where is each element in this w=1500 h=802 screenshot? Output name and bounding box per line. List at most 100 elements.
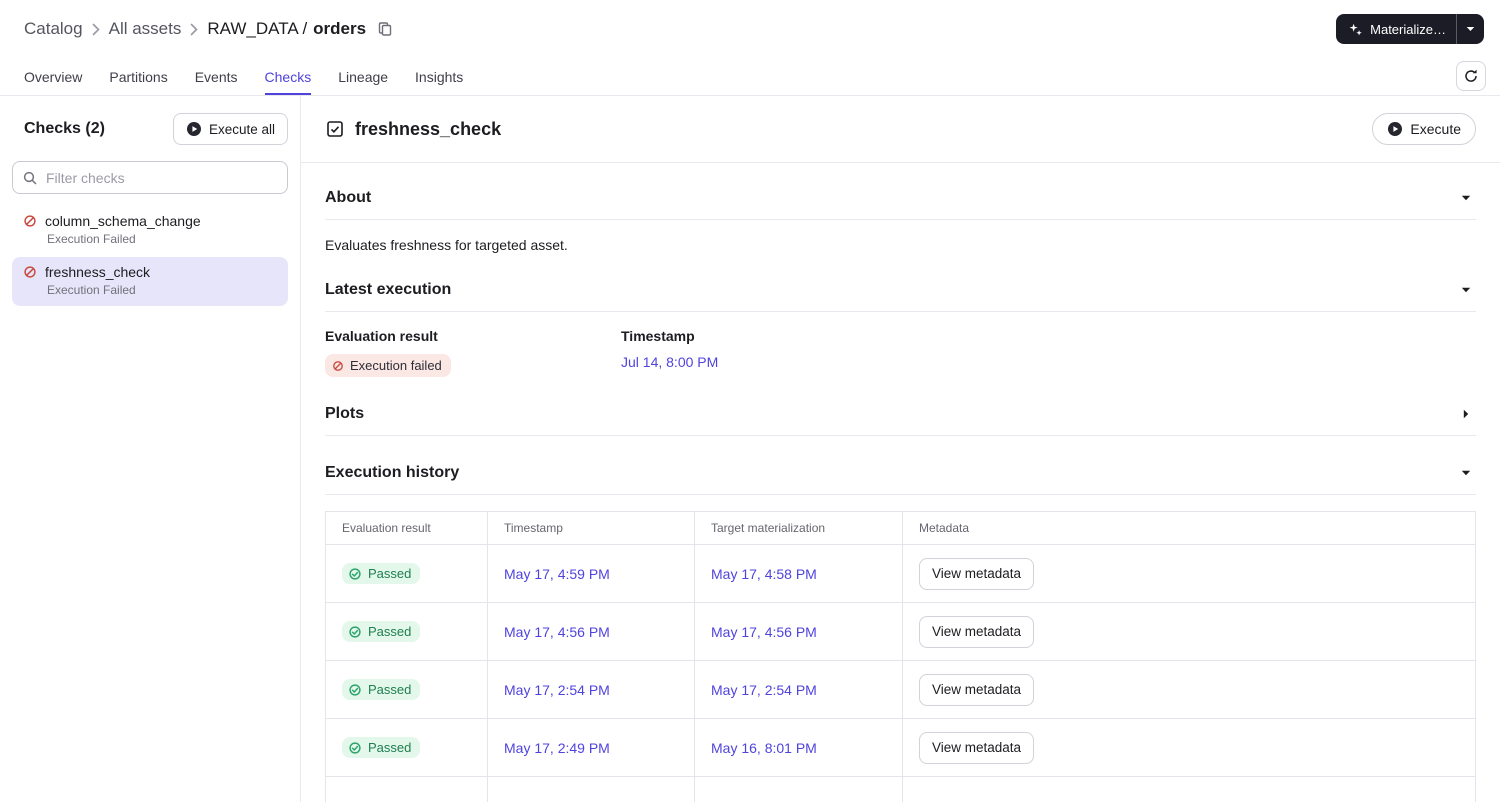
- table-row-partial: [325, 776, 1476, 802]
- chevron-right-icon: [92, 23, 100, 36]
- plots-section-header: Plots: [325, 377, 1476, 435]
- target-materialization-link[interactable]: May 16, 8:01 PM: [711, 740, 817, 756]
- execute-button[interactable]: Execute: [1372, 113, 1476, 145]
- view-metadata-button[interactable]: View metadata: [919, 615, 1035, 648]
- passed-badge: Passed: [342, 563, 421, 584]
- tab-events[interactable]: Events: [195, 58, 238, 95]
- execution-failed-badge: Execution failed: [325, 354, 451, 377]
- sidebar-header: Checks (2) Execute all: [0, 96, 300, 155]
- table-row: Passed May 17, 2:54 PM May 17, 2:54 PM V…: [325, 660, 1476, 719]
- filter-checks-field: [12, 161, 288, 194]
- target-materialization-link[interactable]: May 17, 2:54 PM: [711, 682, 817, 698]
- execution-failed-badge-label: Execution failed: [350, 358, 442, 373]
- execute-all-button[interactable]: Execute all: [172, 113, 288, 145]
- passed-check-icon: [348, 741, 362, 755]
- materialize-split-button: Materialize…: [1336, 14, 1484, 44]
- tab-lineage[interactable]: Lineage: [338, 58, 388, 95]
- column-header-target-materialization: Target materialization: [694, 511, 903, 545]
- breadcrumb-asset-group[interactable]: RAW_DATA /: [207, 19, 307, 39]
- about-section-header: About: [325, 163, 1476, 219]
- execution-failed-icon: [23, 214, 37, 228]
- target-materialization-link[interactable]: May 17, 4:56 PM: [711, 624, 817, 640]
- execution-timestamp-link[interactable]: May 17, 2:49 PM: [504, 740, 610, 756]
- execute-all-label: Execute all: [208, 121, 275, 137]
- check-name: freshness_check: [45, 264, 151, 280]
- materialize-label: Materialize…: [1370, 21, 1446, 37]
- tab-insights[interactable]: Insights: [415, 58, 463, 95]
- filter-checks-input[interactable]: [12, 161, 288, 194]
- search-icon: [22, 170, 38, 186]
- check-detail-body: About Evaluates freshness for targeted a…: [301, 163, 1500, 802]
- execution-failed-icon: [23, 265, 37, 279]
- execute-label: Execute: [1410, 121, 1461, 137]
- check-status: Execution Failed: [47, 283, 136, 297]
- passed-check-icon: [348, 625, 362, 639]
- top-header: Catalog All assets RAW_DATA / orders Mat…: [0, 0, 1500, 58]
- checks-count-title: Checks (2): [24, 120, 105, 137]
- passed-badge: Passed: [342, 621, 421, 642]
- play-icon: [186, 121, 202, 137]
- collapse-execution-history-caret-icon[interactable]: [1456, 470, 1476, 476]
- content-area: Checks (2) Execute all column_schema_cha…: [0, 96, 1500, 802]
- execution-history-heading: Execution history: [325, 464, 460, 481]
- refresh-button[interactable]: [1456, 61, 1486, 91]
- play-icon: [1387, 121, 1403, 137]
- check-detail-header: freshness_check Execute: [301, 96, 1500, 163]
- execution-history-section-header: Execution history: [325, 436, 1476, 494]
- checks-sidebar: Checks (2) Execute all column_schema_cha…: [0, 96, 300, 802]
- view-metadata-button[interactable]: View metadata: [919, 557, 1035, 590]
- breadcrumb-asset-name: orders: [313, 19, 367, 38]
- passed-badge-label: Passed: [368, 624, 412, 639]
- refresh-icon: [1463, 68, 1479, 84]
- latest-execution-heading: Latest execution: [325, 281, 452, 298]
- execution-timestamp-link[interactable]: May 17, 2:54 PM: [504, 682, 610, 698]
- breadcrumb: Catalog All assets RAW_DATA / orders: [24, 19, 393, 39]
- check-detail-pane: freshness_check Execute About Evaluates …: [300, 96, 1500, 802]
- table-header-row: Evaluation result Timestamp Target mater…: [325, 511, 1476, 545]
- view-metadata-button[interactable]: View metadata: [919, 731, 1035, 764]
- latest-execution-fields: Evaluation result Execution failed Times…: [325, 312, 1476, 377]
- sparkle-icon: [1348, 22, 1363, 37]
- execution-failed-icon: [332, 360, 344, 372]
- passed-badge-label: Passed: [368, 682, 412, 697]
- table-row: Passed May 17, 4:56 PM May 17, 4:56 PM V…: [325, 602, 1476, 661]
- passed-check-icon: [348, 567, 362, 581]
- breadcrumb-all-assets[interactable]: All assets: [109, 19, 182, 39]
- tab-overview[interactable]: Overview: [24, 58, 82, 95]
- column-header-evaluation-result: Evaluation result: [325, 511, 488, 545]
- target-materialization-link[interactable]: May 17, 4:58 PM: [711, 566, 817, 582]
- table-row: Passed May 17, 4:59 PM May 17, 4:58 PM V…: [325, 544, 1476, 603]
- asset-tabs: Overview Partitions Events Checks Lineag…: [0, 58, 1500, 96]
- passed-badge: Passed: [342, 737, 421, 758]
- check-list-item-column-schema-change[interactable]: column_schema_change Execution Failed: [12, 206, 288, 255]
- table-row: Passed May 17, 2:49 PM May 16, 8:01 PM V…: [325, 718, 1476, 777]
- materialize-button[interactable]: Materialize…: [1336, 14, 1456, 44]
- column-header-metadata: Metadata: [902, 511, 1476, 545]
- tab-partitions[interactable]: Partitions: [109, 58, 167, 95]
- collapse-about-caret-icon[interactable]: [1456, 195, 1476, 201]
- chevron-right-icon: [190, 23, 198, 36]
- evaluation-result-label: Evaluation result: [325, 328, 438, 344]
- latest-execution-section-header: Latest execution: [325, 253, 1476, 311]
- expand-plots-caret-icon[interactable]: [1456, 409, 1476, 419]
- execution-timestamp-link[interactable]: May 17, 4:56 PM: [504, 624, 610, 640]
- passed-check-icon: [348, 683, 362, 697]
- execution-history-table: Evaluation result Timestamp Target mater…: [325, 511, 1476, 802]
- view-metadata-button[interactable]: View metadata: [919, 673, 1035, 706]
- execution-timestamp-link[interactable]: May 17, 4:59 PM: [504, 566, 610, 582]
- about-heading: About: [325, 189, 372, 206]
- check-list-item-freshness-check[interactable]: freshness_check Execution Failed: [12, 257, 288, 306]
- check-status: Execution Failed: [47, 232, 136, 246]
- check-name: column_schema_change: [45, 213, 201, 229]
- collapse-latest-execution-caret-icon[interactable]: [1456, 287, 1476, 293]
- checks-list: column_schema_change Execution Failed fr…: [0, 204, 300, 310]
- divider: [325, 494, 1476, 495]
- tab-checks[interactable]: Checks: [265, 58, 312, 95]
- copy-icon[interactable]: [377, 21, 393, 37]
- breadcrumb-catalog[interactable]: Catalog: [24, 19, 83, 39]
- passed-badge-label: Passed: [368, 566, 412, 581]
- passed-badge: Passed: [342, 679, 421, 700]
- materialize-dropdown-caret[interactable]: [1457, 14, 1484, 44]
- timestamp-label: Timestamp: [621, 328, 695, 344]
- latest-execution-timestamp-link[interactable]: Jul 14, 8:00 PM: [621, 354, 718, 370]
